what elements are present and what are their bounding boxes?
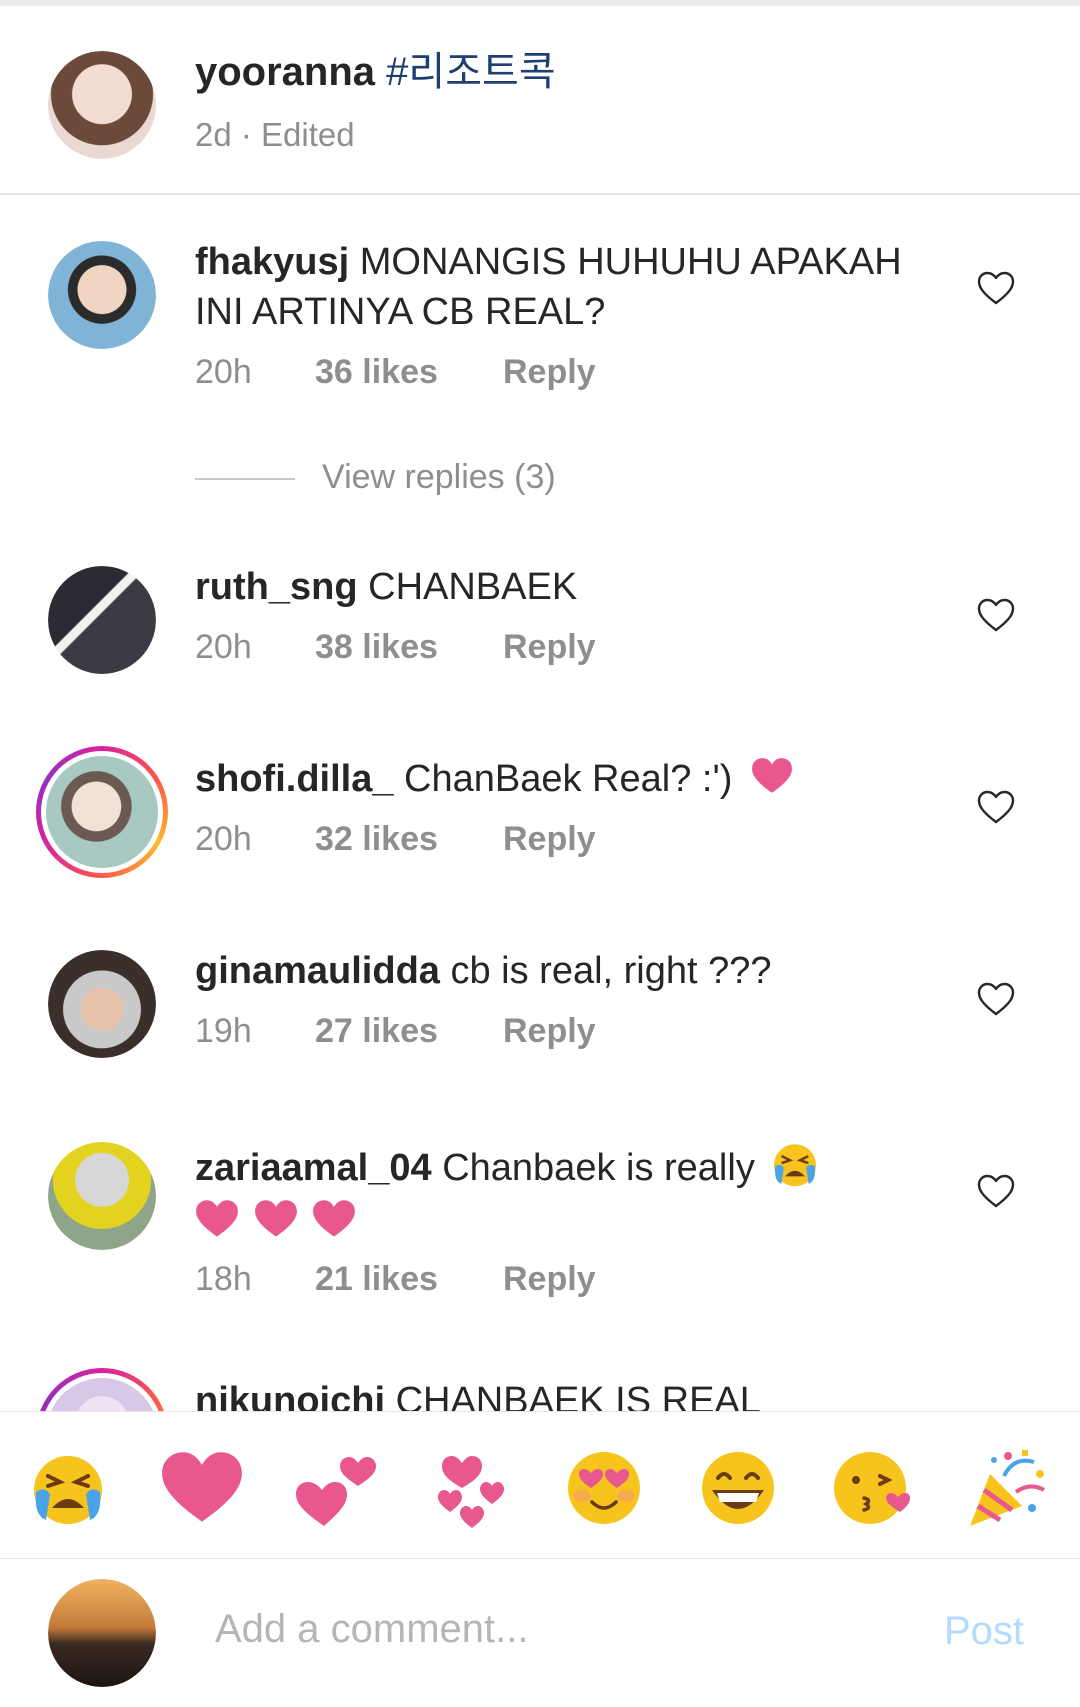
reply-button[interactable]: Reply [503,628,596,667]
grinning-face-icon[interactable] [696,1446,780,1530]
comment-text: zariaamal_04 Chanbaek is really [195,1138,935,1249]
comment-avatar[interactable] [48,566,156,674]
comment-text: ginamaulidda cb is real, right ??? [195,946,935,996]
like-heart-icon[interactable] [976,1172,1016,1212]
current-user-avatar [48,1579,156,1687]
emoji-quick-bar [0,1411,1080,1560]
reply-button[interactable]: Reply [503,1012,596,1051]
reply-button[interactable]: Reply [503,353,596,392]
comment-likes[interactable]: 38 likes [315,628,438,667]
party-popper-icon[interactable] [964,1446,1048,1530]
comment-username[interactable]: fhakyusj [195,241,349,283]
add-comment-input[interactable] [215,1599,895,1659]
comment-username[interactable]: ginamaulidda [195,950,440,992]
comment-avatar[interactable] [48,1142,156,1250]
two-hearts-icon[interactable] [294,1446,378,1530]
heart-icon[interactable] [160,1446,244,1530]
view-replies-label[interactable]: View replies (3) [322,458,556,497]
heart-emoji [195,1199,239,1239]
story-ring-avatar[interactable] [36,746,168,878]
comment-username[interactable]: shofi.dilla_ [195,758,393,800]
story-ring-avatar[interactable] [36,1368,168,1411]
heart-emoji [254,1199,298,1239]
comment-time: 20h [195,353,252,391]
like-heart-icon[interactable] [976,980,1016,1020]
comment-time: 20h [195,628,252,666]
post-caption: yooranna #리조트콕 [195,46,556,98]
comment-text: nikunoichi CHANBAEK IS REAL [195,1376,935,1411]
heart-eyes-face-icon[interactable] [562,1446,646,1530]
crying-face-icon[interactable] [26,1446,110,1530]
comment-body: cb is real, right ??? [450,950,772,992]
comment-body: CHANBAEK [368,566,578,608]
comment-likes[interactable]: 32 likes [315,820,438,859]
post-caption-header: yooranna #리조트콕 2d · Edited [0,6,1080,195]
comment-likes[interactable]: 36 likes [315,353,438,392]
view-replies-line [195,478,295,480]
crying-face-emoji [769,1138,821,1190]
comment-time: 19h [195,1012,252,1050]
comment-likes[interactable]: 21 likes [315,1260,438,1299]
reply-button[interactable]: Reply [503,820,596,859]
comment-text: fhakyusj MONANGIS HUHUHU APAKAH INI ARTI… [195,237,935,337]
kissing-face-icon[interactable] [830,1446,914,1530]
hashtag-link[interactable]: #리조트콕 [386,50,555,94]
comment-body: Chanbaek is really [442,1147,755,1189]
comment-body: CHANBAEK IS REAL [395,1380,761,1411]
comment-composer: Post [0,1559,1080,1707]
comment-likes[interactable]: 27 likes [315,1012,438,1051]
comment-avatar[interactable] [48,241,156,349]
like-heart-icon[interactable] [976,596,1016,636]
heart-emoji [751,757,793,795]
like-heart-icon[interactable] [976,269,1016,309]
comment-item-partial: nikunoichi CHANBAEK IS REAL [0,1350,1080,1411]
comment-time: 20h [195,820,252,858]
post-author-username[interactable]: yooranna [195,50,375,94]
comment-username[interactable]: nikunoichi [195,1380,385,1411]
reply-button[interactable]: Reply [503,1260,596,1299]
post-author-avatar[interactable] [48,51,156,159]
post-button[interactable]: Post [944,1609,1024,1654]
heart-emoji [312,1199,356,1239]
comment-avatar[interactable] [48,950,156,1058]
revolving-hearts-icon[interactable] [428,1446,512,1530]
comment-text: shofi.dilla_ ChanBaek Real? :') [195,754,935,804]
comment-body: ChanBaek Real? :') [404,758,733,800]
like-heart-icon[interactable] [976,788,1016,828]
post-timestamp: 2d · Edited [195,116,355,153]
hearts-row [195,1193,935,1249]
comment-text: ruth_sng CHANBAEK [195,562,935,612]
comment-username[interactable]: zariaamal_04 [195,1147,432,1189]
comment-time: 18h [195,1260,252,1298]
comment-username[interactable]: ruth_sng [195,566,358,608]
